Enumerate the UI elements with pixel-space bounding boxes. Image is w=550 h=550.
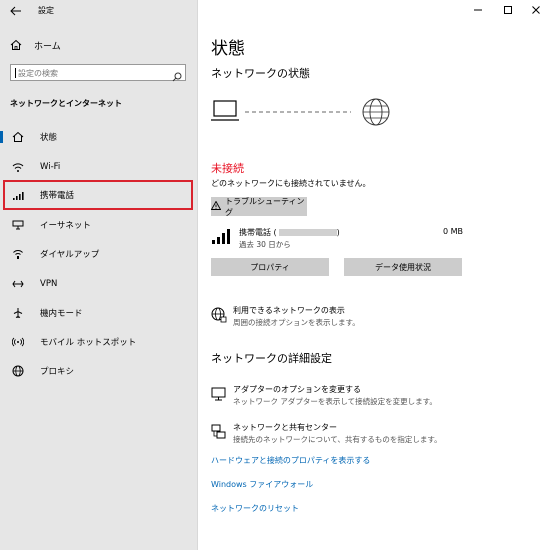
wifi-icon bbox=[11, 160, 25, 174]
house-globe-icon bbox=[11, 130, 25, 144]
search-placeholder: 設定の検索 bbox=[18, 69, 58, 78]
sidebar-item-vpn[interactable]: VPN bbox=[0, 273, 197, 295]
laptop-icon bbox=[211, 100, 239, 121]
sidebar-item-label: 機内モード bbox=[40, 309, 83, 319]
redacted-block bbox=[278, 229, 337, 236]
ethernet-icon bbox=[11, 218, 25, 232]
home-link[interactable]: ホーム bbox=[10, 38, 61, 52]
search-icon[interactable] bbox=[172, 67, 182, 86]
main-content: 状態 ネットワークの状態 未接続 どのネットワークにも接続されていません。 トラ… bbox=[198, 0, 550, 550]
home-icon bbox=[10, 39, 24, 51]
sidebar-item-wifi[interactable]: Wi-Fi bbox=[0, 156, 197, 178]
sharing-center-link[interactable]: ネットワークと共有センター 接続先のネットワークについて、共有するものを指定しま… bbox=[211, 422, 531, 448]
connection-usage: 0 MB bbox=[442, 227, 463, 236]
sidebar-item-hotspot[interactable]: モバイル ホットスポット bbox=[0, 331, 197, 353]
advanced-heading: ネットワークの詳細設定 bbox=[211, 352, 332, 365]
sidebar-item-status[interactable]: 状態 bbox=[0, 126, 197, 148]
sidebar-item-label: 状態 bbox=[40, 133, 58, 143]
connection-period: 過去 30 日から bbox=[239, 240, 291, 249]
cellular-signal-icon bbox=[212, 229, 230, 244]
sidebar-item-airplane[interactable]: 機内モード bbox=[0, 302, 197, 324]
minimize-button[interactable] bbox=[470, 3, 486, 17]
page-title: 状態 bbox=[211, 39, 245, 59]
dialup-icon bbox=[11, 247, 25, 261]
internet-globe-icon bbox=[362, 98, 390, 126]
globe-network-icon bbox=[211, 307, 227, 323]
show-networks-link[interactable]: 利用できるネットワークの表示 周囲の接続オプションを表示します。 bbox=[211, 305, 531, 331]
troubleshoot-button[interactable]: トラブルシューティング bbox=[210, 196, 307, 217]
monitor-icon bbox=[211, 387, 226, 401]
back-arrow-icon[interactable] bbox=[9, 3, 23, 17]
sidebar-item-dialup[interactable]: ダイヤルアップ bbox=[0, 243, 197, 265]
section-title: ネットワークとインターネット bbox=[10, 99, 122, 108]
close-button[interactable] bbox=[528, 3, 544, 17]
connection-name: 携帯電話 () bbox=[239, 228, 340, 237]
network-sharing-icon bbox=[211, 424, 226, 439]
status-text: 未接続 bbox=[211, 162, 244, 175]
sidebar-item-label: プロキシ bbox=[40, 367, 75, 377]
data-usage-button[interactable]: データ使用状況 bbox=[344, 258, 462, 276]
hotspot-icon bbox=[11, 335, 25, 349]
network-reset-link[interactable]: ネットワークのリセット bbox=[211, 503, 299, 514]
highlight-box bbox=[3, 180, 193, 210]
network-status-heading: ネットワークの状態 bbox=[211, 67, 310, 80]
adapter-options-link[interactable]: アダプターのオプションを変更する ネットワーク アダプターを表示して接続設定を変… bbox=[211, 384, 531, 410]
sidebar-item-label: ダイヤルアップ bbox=[40, 250, 100, 260]
airplane-icon bbox=[11, 306, 25, 320]
globe-icon bbox=[11, 364, 25, 378]
hardware-properties-link[interactable]: ハードウェアと接続のプロパティを表示する bbox=[211, 455, 370, 466]
troubleshoot-label: トラブルシューティング bbox=[225, 196, 305, 217]
title-bar-left: 設定 bbox=[0, 0, 197, 22]
text-caret bbox=[15, 68, 16, 78]
sidebar-item-ethernet[interactable]: イーサネット bbox=[0, 214, 197, 236]
selection-indicator bbox=[0, 131, 3, 143]
vpn-icon bbox=[11, 277, 25, 291]
network-diagram bbox=[211, 98, 390, 126]
sidebar: 設定 ホーム 設定の検索 ネットワークとインターネット 状態 Wi-Fi 携帯電… bbox=[0, 0, 198, 550]
maximize-button[interactable] bbox=[500, 3, 516, 17]
properties-button[interactable]: プロパティ bbox=[211, 258, 329, 276]
search-input[interactable]: 設定の検索 bbox=[10, 64, 186, 82]
sidebar-item-label: VPN bbox=[40, 279, 58, 289]
firewall-link[interactable]: Windows ファイアウォール bbox=[211, 479, 313, 490]
sidebar-item-proxy[interactable]: プロキシ bbox=[0, 360, 197, 382]
sidebar-item-label: Wi-Fi bbox=[40, 162, 61, 172]
app-title: 設定 bbox=[38, 6, 54, 15]
connection-row: 携帯電話 () 過去 30 日から 0 MB bbox=[211, 225, 463, 251]
home-label: ホーム bbox=[34, 41, 61, 52]
warning-icon bbox=[210, 200, 222, 212]
sidebar-item-label: イーサネット bbox=[40, 221, 91, 231]
sidebar-item-label: モバイル ホットスポット bbox=[40, 338, 137, 348]
status-description: どのネットワークにも接続されていません。 bbox=[211, 179, 371, 188]
